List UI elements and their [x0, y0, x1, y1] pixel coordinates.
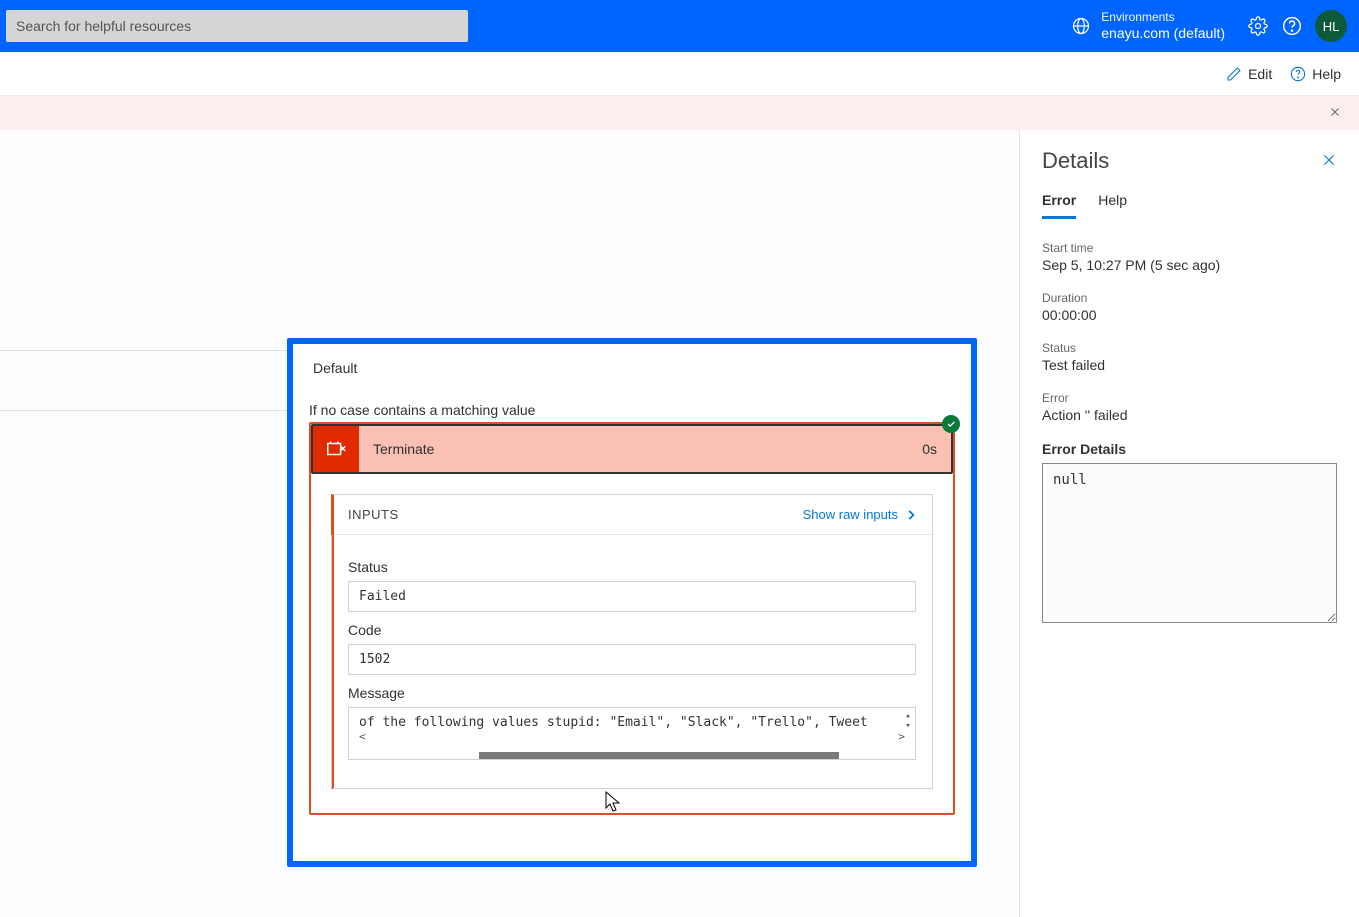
- error-details-label: Error Details: [1042, 441, 1337, 457]
- tab-help[interactable]: Help: [1098, 192, 1127, 219]
- vertical-scroll-icon[interactable]: ▴▾: [901, 712, 915, 731]
- card-title: Default: [313, 360, 955, 376]
- canvas-line: [0, 350, 305, 351]
- action-duration: 0s: [908, 441, 951, 457]
- message-label: Message: [348, 685, 916, 701]
- details-close-button[interactable]: [1321, 152, 1337, 171]
- status-value: Failed: [348, 581, 916, 612]
- environment-icon: [1071, 16, 1091, 36]
- start-time-value: Sep 5, 10:27 PM (5 sec ago): [1042, 257, 1337, 273]
- edit-button[interactable]: Edit: [1226, 66, 1272, 82]
- avatar[interactable]: HL: [1315, 10, 1347, 42]
- environment-label: Environments: [1101, 10, 1225, 24]
- search-input[interactable]: [6, 10, 468, 42]
- error-details-box[interactable]: [1042, 463, 1337, 623]
- scroll-left-icon[interactable]: <: [359, 730, 366, 743]
- check-icon: [946, 419, 956, 429]
- message-value: of the following values stupid: "Email",…: [359, 715, 868, 730]
- flow-canvas[interactable]: Default If no case contains a matching v…: [0, 130, 1019, 917]
- error-value: Action '' failed: [1042, 407, 1337, 423]
- terminate-action[interactable]: Terminate 0s INPUTS Show raw inputs: [309, 422, 955, 815]
- gear-icon: [1248, 16, 1268, 36]
- banner-close-button[interactable]: [1329, 106, 1341, 121]
- error-banner: [0, 96, 1359, 130]
- tab-error[interactable]: Error: [1042, 192, 1076, 219]
- edit-label: Edit: [1248, 66, 1272, 82]
- app-header: Environments enayu.com (default) HL: [0, 0, 1359, 52]
- card-subtitle: If no case contains a matching value: [309, 402, 955, 418]
- switch-default-card[interactable]: Default If no case contains a matching v…: [287, 338, 977, 867]
- question-icon: [1282, 16, 1302, 36]
- status-label: Status: [348, 559, 916, 575]
- start-time-label: Start time: [1042, 241, 1337, 255]
- status-value: Test failed: [1042, 357, 1337, 373]
- duration-label: Duration: [1042, 291, 1337, 305]
- details-panel: Details Error Help Start time Sep 5, 10:…: [1019, 130, 1359, 917]
- canvas-line: [0, 410, 305, 411]
- environment-picker[interactable]: Environments enayu.com (default): [1071, 10, 1225, 41]
- success-badge: [942, 415, 960, 433]
- show-raw-inputs-link[interactable]: Show raw inputs: [803, 507, 918, 522]
- status-label: Status: [1042, 341, 1337, 355]
- help-button[interactable]: [1275, 9, 1309, 43]
- page-toolbar: Edit Help: [0, 52, 1359, 96]
- chevron-right-icon: [904, 508, 918, 522]
- code-label: Code: [348, 622, 916, 638]
- scroll-right-icon[interactable]: >: [898, 730, 905, 743]
- environment-value: enayu.com (default): [1101, 25, 1225, 42]
- duration-value: 00:00:00: [1042, 307, 1337, 323]
- toolbar-help-label: Help: [1312, 66, 1341, 82]
- inputs-heading: INPUTS: [348, 507, 399, 522]
- scrollbar-thumb[interactable]: [479, 752, 839, 759]
- code-value: 1502: [348, 644, 916, 675]
- details-title: Details: [1042, 148, 1109, 174]
- action-name: Terminate: [359, 441, 908, 457]
- close-icon: [1321, 152, 1337, 168]
- pencil-icon: [1226, 66, 1242, 82]
- message-value-box[interactable]: of the following values stupid: "Email",…: [348, 707, 916, 760]
- error-label: Error: [1042, 391, 1337, 405]
- close-icon: [1329, 106, 1341, 118]
- settings-button[interactable]: [1241, 9, 1275, 43]
- toolbar-help-button[interactable]: Help: [1290, 66, 1341, 82]
- terminate-icon-box: [313, 426, 359, 472]
- raw-inputs-label: Show raw inputs: [803, 507, 898, 522]
- question-circle-icon: [1290, 66, 1306, 82]
- terminate-icon: [325, 438, 347, 460]
